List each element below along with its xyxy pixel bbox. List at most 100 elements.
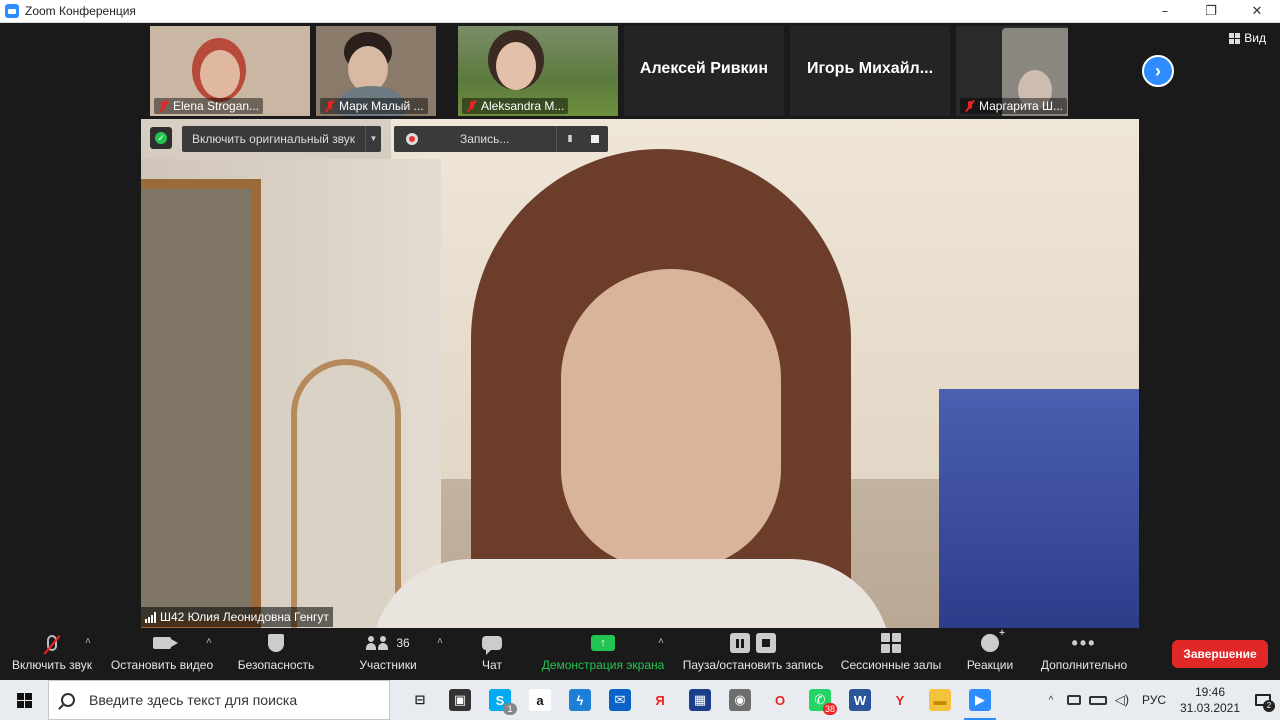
end-meeting-button[interactable]: Завершение — [1172, 640, 1268, 668]
taskbar-app-camera[interactable]: ◉ — [720, 680, 760, 720]
taskbar-app-yandex-browser[interactable]: Y — [880, 680, 920, 720]
participants-label: Участники — [359, 658, 417, 672]
taskbar-app-task-view[interactable]: ⊟ — [400, 680, 440, 720]
taskbar-app-video-editor[interactable]: ▦ — [680, 680, 720, 720]
participants-count: 36 — [396, 636, 410, 650]
pause-recording-button[interactable]: II — [556, 126, 582, 152]
search-placeholder: Введите здесь текст для поиска — [89, 692, 298, 708]
participants-options-caret-icon[interactable]: ˄ — [437, 636, 443, 647]
audio-options-caret-icon[interactable]: ˄ — [85, 636, 91, 647]
participant-thumb[interactable]: Алексей Ривкин — [624, 26, 784, 116]
word-icon: W — [849, 689, 871, 711]
stop-recording-button[interactable] — [582, 126, 608, 152]
taskbar-app-bolt[interactable]: ϟ — [560, 680, 600, 720]
participant-thumb[interactable]: Elena Strogan... — [150, 26, 310, 116]
muted-mic-icon — [964, 100, 976, 112]
minimize-button[interactable]: – — [1142, 0, 1188, 23]
volume-icon[interactable]: ◁) — [1110, 680, 1134, 720]
taskbar-search[interactable]: Введите здесь текст для поиска — [48, 680, 390, 720]
window-title: Zoom Конференция — [25, 4, 136, 18]
share-screen-icon: ↑ — [591, 635, 615, 651]
video-options-caret-icon[interactable]: ˄ — [206, 636, 212, 647]
clock[interactable]: 19:46 31.03.2021 — [1174, 684, 1246, 716]
more-button[interactable]: ••• Дополнительно — [1038, 628, 1130, 680]
close-button[interactable]: ✕ — [1234, 0, 1280, 23]
pause-stop-recording-button[interactable]: Пауза/остановить запись — [682, 628, 824, 680]
app-badge: 1 — [503, 703, 517, 715]
share-screen-button[interactable]: ↑ Демонстрация экрана — [540, 628, 666, 680]
unmute-button[interactable]: Включить звук — [10, 628, 94, 680]
security-button[interactable]: Безопасность — [236, 628, 316, 680]
taskbar-app-mail[interactable]: ✉ — [600, 680, 640, 720]
action-center-button[interactable]: 2 — [1246, 680, 1280, 720]
chevron-right-icon: › — [1155, 60, 1161, 81]
taskbar-app-opera[interactable]: O — [760, 680, 800, 720]
taskbar-app-skype[interactable]: S1 — [480, 680, 520, 720]
recording-bar: Запись... II — [394, 126, 608, 152]
taskbar-app-store[interactable]: ▣ — [440, 680, 480, 720]
next-page-button[interactable]: › — [1142, 55, 1174, 87]
yandex-browser-icon: Y — [889, 689, 911, 711]
language-indicator[interactable]: РУС — [1134, 693, 1174, 707]
breakout-rooms-button[interactable]: Сессионные залы — [841, 628, 941, 680]
microphone-muted-icon — [47, 635, 57, 651]
participant-thumb[interactable]: Игорь Михайл... — [790, 26, 950, 116]
taskbar-app-word[interactable]: W — [840, 680, 880, 720]
participant-strip: Elena Strogan... Марк Малый ... Aleksand… — [150, 26, 1068, 116]
view-label: Вид — [1244, 31, 1266, 45]
original-audio-button[interactable]: Включить оригинальный звук — [182, 126, 365, 152]
participant-thumb[interactable]: Aleksandra M... — [458, 26, 618, 116]
muted-mic-icon — [158, 100, 170, 112]
chat-button[interactable]: Чат — [474, 628, 510, 680]
record-icon — [406, 133, 418, 145]
taskbar-app-yandex[interactable]: Я — [640, 680, 680, 720]
stop-video-button[interactable]: Остановить видео — [108, 628, 216, 680]
encryption-shield-icon[interactable]: ✓ — [150, 127, 172, 149]
show-hidden-icons-button[interactable]: ^ — [1040, 695, 1062, 706]
stop-icon — [756, 633, 776, 653]
muted-mic-icon — [466, 100, 478, 112]
camera-icon: ◉ — [729, 689, 751, 711]
share-options-caret-icon[interactable]: ˄ — [658, 636, 664, 647]
participants-button[interactable]: 36 Участники — [356, 628, 420, 680]
mail-icon: ✉ — [609, 689, 631, 711]
pause-record-label: Пауза/остановить запись — [682, 658, 824, 672]
network-icon[interactable] — [1062, 680, 1086, 720]
zoom-icon: ▶ — [969, 689, 991, 711]
taskbar-app-whatsapp[interactable]: ✆ 38 — [800, 680, 840, 720]
zoom-app-icon — [5, 4, 19, 18]
taskbar-app-zoom[interactable]: ▶ — [960, 680, 1000, 720]
chevron-down-icon[interactable]: ▼ — [365, 126, 381, 152]
participant-big-name: Игорь Михайл... — [806, 60, 934, 77]
system-tray: ^ ◁) РУС 19:46 31.03.2021 2 — [1040, 680, 1280, 720]
security-label: Безопасность — [237, 658, 315, 672]
participant-thumb[interactable]: Марк Малый ... — [316, 26, 436, 116]
participant-name: Маргарита Ш... — [979, 99, 1064, 113]
search-icon — [61, 693, 75, 707]
participant-thumb[interactable]: Маргарита Ш... — [956, 26, 1068, 116]
reactions-label: Реакции — [966, 658, 1014, 672]
reactions-button[interactable]: Реакции — [966, 628, 1014, 680]
more-dots-icon: ••• — [1071, 632, 1097, 653]
smiley-icon — [981, 628, 1005, 652]
view-button[interactable]: Вид — [1229, 31, 1266, 45]
bolt-icon: ϟ — [569, 689, 591, 711]
participants-icon: 36 — [366, 636, 410, 650]
taskbar-apps: ⊟ ▣ S 1 a ϟ ✉ Я ▦ ◉ O ✆ 38 W Y ▬ ▶ — [400, 680, 1000, 720]
clock-date: 31.03.2021 — [1179, 701, 1241, 715]
participant-name: Марк Малый ... — [339, 99, 424, 113]
clock-time: 19:46 — [1194, 685, 1226, 699]
participant-name: Elena Strogan... — [173, 99, 260, 113]
muted-mic-icon — [324, 100, 336, 112]
title-bar: Zoom Конференция – ❐ ✕ — [0, 0, 1280, 23]
battery-icon[interactable] — [1086, 680, 1110, 720]
maximize-button[interactable]: ❐ — [1188, 0, 1234, 23]
more-label: Дополнительно — [1040, 658, 1128, 672]
start-button[interactable] — [0, 680, 48, 720]
rooms-label: Сессионные залы — [840, 658, 942, 672]
taskbar-app-amazon[interactable]: a — [520, 680, 560, 720]
grid-icon — [1229, 32, 1241, 44]
windows-logo-icon — [16, 692, 32, 708]
shield-icon — [268, 634, 284, 652]
taskbar-app-folder[interactable]: ▬ — [920, 680, 960, 720]
